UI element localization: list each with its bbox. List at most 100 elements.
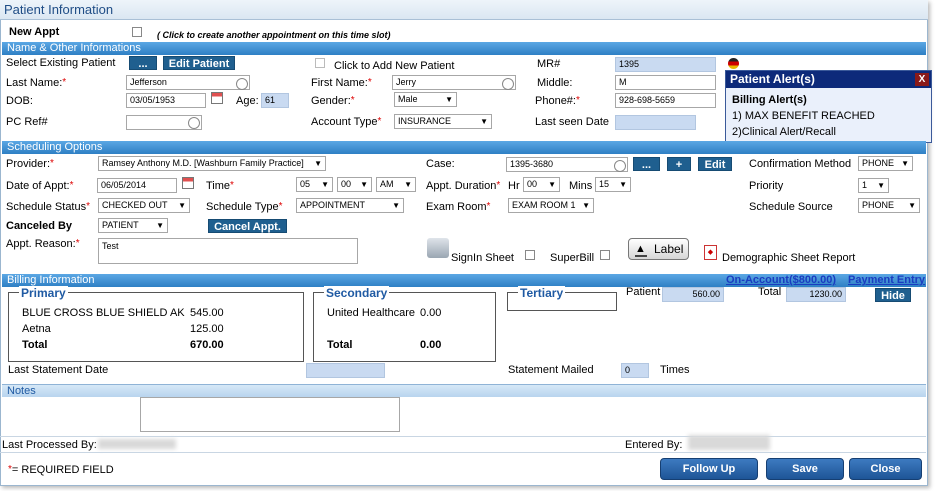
age-label: Age:: [236, 95, 259, 107]
first-name-field[interactable]: Jerry: [392, 75, 516, 90]
middle-field[interactable]: M: [615, 75, 716, 90]
primary-row-name: BLUE CROSS BLUE SHIELD AK: [22, 307, 185, 319]
close-alert-button[interactable]: X: [915, 73, 929, 86]
statement-mailed-field: 0: [621, 363, 649, 378]
phone-label: Phone#:*: [535, 95, 580, 107]
demographic-sheet-label[interactable]: Demographic Sheet Report: [722, 252, 855, 264]
case-add-button[interactable]: +: [667, 157, 691, 171]
payment-entry-link[interactable]: Payment Entry: [848, 274, 925, 287]
superbill-checkbox[interactable]: [600, 250, 610, 260]
duration-mins-label: Mins: [569, 180, 593, 192]
printer-icon[interactable]: [427, 238, 449, 258]
date-of-appt-field[interactable]: 06/05/2014: [97, 178, 177, 193]
add-new-patient-label: Click to Add New Patient: [334, 60, 455, 72]
schedule-source-select[interactable]: PHONE ▼: [858, 198, 920, 213]
patient-alert-popup: Patient Alert(s) X Billing Alert(s) 1) M…: [725, 70, 932, 143]
appt-reason-label: Appt. Reason:*: [6, 238, 80, 250]
duration-hr-select[interactable]: 00 ▼: [523, 177, 560, 192]
section-notes: Notes: [2, 384, 926, 397]
pc-ref-lookup-icon[interactable]: [188, 117, 200, 129]
cancel-appt-button[interactable]: Cancel Appt.: [208, 219, 287, 233]
priority-label: Priority: [749, 180, 784, 192]
first-name-lookup-icon[interactable]: [502, 78, 514, 90]
case-label: Case:: [426, 158, 455, 170]
exam-room-label: Exam Room*: [426, 201, 491, 213]
section-scheduling: Scheduling Options: [2, 141, 926, 154]
schedule-status-select[interactable]: CHECKED OUT ▼: [98, 198, 190, 213]
label-button[interactable]: ▲ Label: [628, 238, 689, 260]
schedule-status-label: Schedule Status*: [6, 201, 91, 213]
secondary-total-label: Total: [327, 339, 353, 351]
first-name-label: First Name:*: [311, 77, 372, 89]
follow-up-button[interactable]: Follow Up: [660, 458, 758, 480]
new-appt-label: New Appt: [9, 26, 60, 38]
phone-field[interactable]: 928-698-5659: [615, 93, 716, 108]
account-type-select[interactable]: INSURANCE ▼: [394, 114, 492, 129]
appt-reason-field[interactable]: Test: [98, 238, 358, 264]
browse-patient-button[interactable]: ...: [129, 56, 157, 70]
last-name-lookup-icon[interactable]: [236, 78, 248, 90]
notes-field[interactable]: [140, 397, 400, 432]
add-new-patient-checkbox[interactable]: [315, 58, 325, 68]
primary-total-value: 670.00: [190, 339, 224, 351]
age-field: 61: [261, 93, 289, 108]
superbill-label: SuperBill: [550, 252, 595, 264]
primary-row-amount: 545.00: [190, 307, 224, 319]
edit-patient-button[interactable]: Edit Patient: [163, 56, 235, 70]
total-balance-label: Total: [758, 286, 782, 298]
gender-select[interactable]: Male ▼: [394, 92, 457, 107]
secondary-row-name: United Healthcare: [327, 307, 416, 319]
provider-select[interactable]: Ramsey Anthony M.D. [Washburn Family Pra…: [98, 156, 326, 171]
primary-row-name: Aetna: [22, 323, 51, 335]
times-label: Times: [660, 364, 690, 376]
exam-room-select[interactable]: EXAM ROOM 1 ▼: [508, 198, 594, 213]
secondary-row-amount: 0.00: [420, 307, 442, 319]
pdf-icon[interactable]: ◆: [704, 245, 717, 260]
new-appt-checkbox[interactable]: [132, 27, 142, 37]
confirmation-method-select[interactable]: PHONE ▼: [858, 156, 913, 171]
duration-hr-label: Hr: [508, 180, 520, 192]
secondary-total-value: 0.00: [420, 339, 442, 351]
alert-heading: Billing Alert(s): [732, 94, 807, 106]
divider: [0, 436, 926, 437]
tertiary-title: Tertiary: [518, 286, 566, 300]
divider: [0, 452, 926, 453]
flag-icon[interactable]: [728, 58, 739, 69]
last-processed-label: Last Processed By:: [2, 439, 97, 451]
primary-total-label: Total: [22, 339, 48, 351]
hide-button[interactable]: Hide: [875, 288, 911, 302]
canceled-by-select[interactable]: PATIENT ▼: [98, 218, 168, 233]
case-browse-button[interactable]: ...: [633, 157, 660, 171]
account-type-label: Account Type*: [311, 116, 382, 128]
last-seen-field: [615, 115, 696, 130]
last-name-field[interactable]: Jefferson: [126, 75, 250, 90]
schedule-type-select[interactable]: APPOINTMENT ▼: [296, 198, 404, 213]
time-minute-select[interactable]: 00 ▼: [337, 177, 372, 192]
signin-sheet-checkbox[interactable]: [525, 250, 535, 260]
case-lookup-icon[interactable]: [614, 160, 626, 172]
mr-label: MR#: [537, 58, 561, 70]
total-balance-field: 1230.00: [786, 287, 846, 302]
save-button[interactable]: Save: [766, 458, 844, 480]
statement-mailed-label: Statement Mailed: [508, 364, 594, 376]
schedule-type-label: Schedule Type*: [206, 201, 283, 213]
primary-row-amount: 125.00: [190, 323, 224, 335]
duration-mins-select[interactable]: 15 ▼: [595, 177, 631, 192]
case-edit-button[interactable]: Edit: [698, 157, 732, 171]
close-button[interactable]: Close: [849, 458, 922, 480]
time-label: Time*: [206, 180, 234, 192]
time-ampm-select[interactable]: AM ▼: [376, 177, 416, 192]
schedule-source-label: Schedule Source: [749, 201, 833, 213]
time-hour-select[interactable]: 05 ▼: [296, 177, 333, 192]
dob-field[interactable]: 03/05/1953: [126, 93, 206, 108]
select-existing-label: Select Existing Patient: [6, 57, 116, 69]
last-statement-label: Last Statement Date: [8, 364, 109, 376]
required-field-note: *= REQUIRED FIELD: [8, 464, 114, 476]
signin-sheet-label: SignIn Sheet: [451, 252, 514, 264]
dob-label: DOB:: [6, 95, 33, 107]
patient-balance-label: Patient: [626, 286, 661, 298]
dob-calendar-icon[interactable]: [211, 92, 223, 104]
priority-select[interactable]: 1 ▼: [858, 178, 889, 193]
case-field[interactable]: 1395-3680: [506, 157, 628, 172]
date-calendar-icon[interactable]: [182, 177, 194, 189]
